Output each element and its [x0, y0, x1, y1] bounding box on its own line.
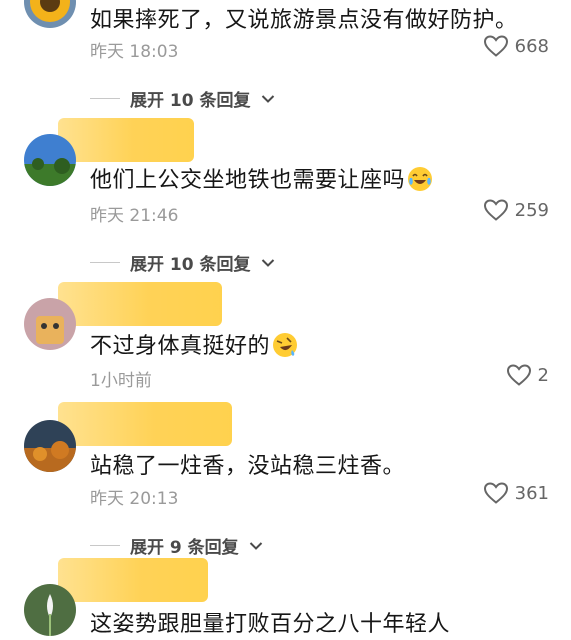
chevron-down-icon [261, 258, 274, 267]
chevron-down-icon [249, 541, 262, 550]
username-redaction [58, 402, 232, 446]
comment-text: 如果摔死了，又说旅游景点没有做好防护。 [90, 8, 518, 33]
autumn-avatar-icon[interactable] [24, 420, 76, 472]
like-button[interactable]: 668 [483, 34, 549, 58]
comment-time: 昨天 21:46 [90, 206, 179, 226]
like-button[interactable]: 259 [483, 198, 549, 222]
comment-time: 1小时前 [90, 371, 152, 391]
heart-icon [483, 199, 508, 221]
cartoon-avatar-icon[interactable] [24, 298, 76, 350]
comment-text: 这姿势跟胆量打败百分之八十年轻人 [90, 612, 451, 637]
landscape-avatar-icon[interactable] [24, 134, 76, 186]
expand-replies-button[interactable]: 展开 10 条回复 [90, 86, 275, 111]
comment-time: 昨天 18:03 [90, 42, 179, 62]
username-redaction [58, 118, 194, 162]
divider-line [90, 98, 120, 99]
sunflower-avatar-icon[interactable] [24, 0, 76, 28]
expand-replies-button[interactable]: 展开 10 条回复 [90, 250, 275, 275]
username-redaction [58, 282, 222, 326]
expand-replies-label: 展开 10 条回复 [130, 91, 251, 111]
divider-line [90, 262, 120, 263]
expand-replies-label: 展开 9 条回复 [130, 538, 239, 558]
like-button[interactable]: 361 [483, 481, 549, 505]
like-count: 259 [514, 199, 549, 221]
heart-icon [483, 35, 508, 57]
comment-text: 不过身体真挺好的 [90, 328, 298, 360]
username-redaction [58, 558, 208, 602]
like-count: 668 [514, 35, 549, 57]
heart-icon [483, 482, 508, 504]
expand-replies-label: 展开 10 条回复 [130, 255, 251, 275]
expand-replies-button[interactable]: 展开 9 条回复 [90, 533, 263, 558]
heart-icon [506, 364, 531, 386]
like-count: 361 [514, 482, 549, 504]
tears-of-joy-emoji [408, 167, 433, 191]
comment-text: 站稳了一炷香，没站稳三炷香。 [90, 454, 406, 479]
chevron-down-icon [261, 94, 274, 103]
rolling-laughing-emoji [273, 333, 298, 357]
comment-time: 昨天 20:13 [90, 489, 179, 509]
like-button[interactable]: 2 [506, 363, 549, 387]
comment-feed: 如果摔死了，又说旅游景点没有做好防护。 昨天 18:03 668 展开 10 条… [0, 0, 571, 640]
divider-line [90, 545, 120, 546]
like-count: 2 [537, 364, 549, 386]
comment-text: 他们上公交坐地铁也需要让座吗 [90, 162, 433, 194]
snowdrop-avatar-icon[interactable] [24, 584, 76, 636]
